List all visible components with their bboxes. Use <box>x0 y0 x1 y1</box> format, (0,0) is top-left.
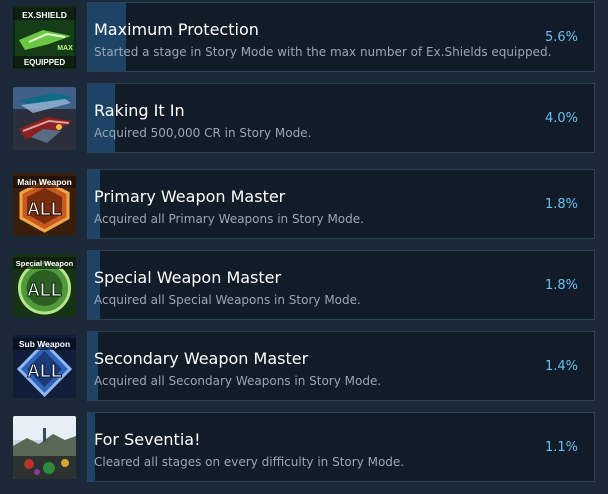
achievement-card: Primary Weapon Master Acquired all Prima… <box>87 169 595 239</box>
achievement-description: Acquired all Secondary Weapons in Story … <box>94 374 382 388</box>
achievement-row[interactable]: Special Weapon ALL Special Weapon Master… <box>0 250 608 322</box>
unlock-percentage: 1.4% <box>544 359 578 374</box>
achievement-description: Cleared all stages on every difficulty i… <box>94 455 405 469</box>
achievement-description: Started a stage in Story Mode with the m… <box>94 45 552 59</box>
achievement-card: For Seventia! Cleared all stages on ever… <box>87 412 595 482</box>
icon-label: ALL <box>27 280 62 300</box>
achievement-card: Special Weapon Master Acquired all Speci… <box>87 250 595 320</box>
fighter-ship-icon <box>13 87 76 150</box>
achievement-title: Maximum Protection <box>94 20 259 39</box>
achievement-description: Acquired all Primary Weapons in Story Mo… <box>94 212 364 226</box>
achievement-row[interactable]: Raking It In Acquired 500,000 CR in Stor… <box>0 83 608 155</box>
achievement-row[interactable]: Main Weapon ALL Primary Weapon Master Ac… <box>0 169 608 241</box>
achievement-row[interactable]: For Seventia! Cleared all stages on ever… <box>0 412 608 484</box>
unlock-percentage: 1.8% <box>544 278 578 293</box>
achievement-row[interactable]: EX.SHIELD MAX EQUIPPED Maximum Protectio… <box>0 2 608 74</box>
icon-label: Sub Weapon <box>19 339 70 349</box>
achievement-description: Acquired all Special Weapons in Story Mo… <box>94 293 361 307</box>
icon-label: EX.SHIELD <box>22 10 67 20</box>
icon-label: ALL <box>27 199 62 219</box>
achievement-card: Raking It In Acquired 500,000 CR in Stor… <box>87 83 595 153</box>
achievement-description: Acquired 500,000 CR in Story Mode. <box>94 126 312 140</box>
achievement-title: For Seventia! <box>94 430 201 449</box>
unlock-percentage: 1.8% <box>544 197 578 212</box>
icon-label: Special Weapon <box>16 259 74 268</box>
achievement-card: Secondary Weapon Master Acquired all Sec… <box>87 331 595 401</box>
seventia-landscape-icon <box>13 416 76 479</box>
achievement-card: Maximum Protection Started a stage in St… <box>87 2 595 72</box>
special-weapon-all-icon: Special Weapon ALL <box>13 254 76 317</box>
main-weapon-all-icon: Main Weapon ALL <box>13 173 76 236</box>
achievement-title: Secondary Weapon Master <box>94 349 309 368</box>
achievement-title: Raking It In <box>94 101 185 120</box>
achievement-row[interactable]: Sub Weapon ALL Secondary Weapon Master A… <box>0 331 608 403</box>
sub-weapon-all-icon: Sub Weapon ALL <box>13 335 76 398</box>
unlock-percentage: 5.6% <box>544 30 578 45</box>
unlock-percentage: 1.1% <box>544 440 578 455</box>
icon-label: MAX <box>57 45 73 52</box>
ex-shield-max-equipped-icon: EX.SHIELD MAX EQUIPPED <box>13 6 76 69</box>
achievement-title: Special Weapon Master <box>94 268 282 287</box>
icon-label: Main Weapon <box>17 177 72 187</box>
unlock-percentage: 4.0% <box>544 111 578 126</box>
icon-label: ALL <box>27 361 62 381</box>
achievement-list: EX.SHIELD MAX EQUIPPED Maximum Protectio… <box>0 0 608 494</box>
achievement-title: Primary Weapon Master <box>94 187 286 206</box>
icon-label: EQUIPPED <box>24 58 66 67</box>
